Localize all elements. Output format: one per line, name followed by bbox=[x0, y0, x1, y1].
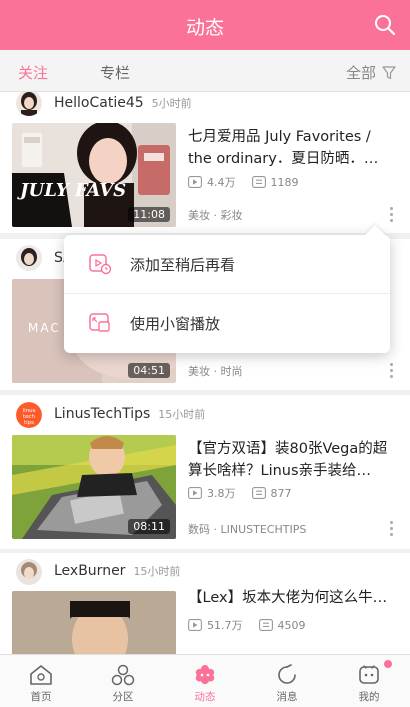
nav-dynamics[interactable]: 动态 bbox=[164, 655, 246, 707]
comment-count: 1189 bbox=[251, 176, 299, 189]
top-bar: 动态 bbox=[0, 0, 410, 50]
nav-home[interactable]: 首页 bbox=[0, 655, 82, 707]
filter-icon bbox=[382, 65, 396, 79]
profile-icon bbox=[359, 665, 379, 684]
avatar[interactable]: linus tech tips bbox=[16, 402, 42, 428]
post-time: 15小时前 bbox=[158, 408, 206, 421]
mini-window-label: 使用小窗播放 bbox=[130, 314, 221, 333]
uploader-name[interactable]: HelloCatie45 5小时前 bbox=[54, 95, 192, 111]
video-title[interactable]: 【官方双语】装80张Vega的超算长啥样？Linus亲手装给… bbox=[188, 438, 396, 482]
watch-later-option[interactable]: 添加至稍后再看 bbox=[64, 235, 390, 293]
feed-list: HelloCatie45 5小时前 JULY FAVS 11:08 七月爱用品 … bbox=[0, 92, 410, 654]
nav-me[interactable]: 我的 bbox=[328, 655, 410, 707]
bottom-nav: 首页 分区 动态 消息 我的 bbox=[0, 654, 410, 707]
play-count: 51.7万 bbox=[188, 617, 243, 633]
video-duration: 08:11 bbox=[128, 519, 170, 534]
filter-button[interactable]: 全部 bbox=[346, 62, 396, 83]
nav-categories[interactable]: 分区 bbox=[82, 655, 164, 707]
more-options-icon[interactable] bbox=[388, 207, 394, 225]
thumbnail-caption: JULY FAVS bbox=[20, 180, 127, 201]
feed-card[interactable]: HelloCatie45 5小时前 JULY FAVS 11:08 七月爱用品 … bbox=[0, 92, 410, 233]
filter-label: 全部 bbox=[345, 64, 376, 82]
play-count: 3.8万 bbox=[188, 485, 236, 501]
video-stats: 4.4万 1189 bbox=[188, 174, 315, 190]
feed-card[interactable]: linus tech tips LinusTechTips 15小时前 08:11 bbox=[0, 395, 410, 549]
video-thumbnail[interactable] bbox=[12, 591, 176, 654]
avatar[interactable] bbox=[16, 245, 42, 271]
uploader-name[interactable]: LexBurner 15小时前 bbox=[54, 563, 180, 579]
video-thumbnail[interactable]: JULY FAVS 11:08 bbox=[12, 123, 176, 227]
watch-later-label: 添加至稍后再看 bbox=[130, 255, 236, 274]
comment-icon bbox=[251, 176, 266, 188]
comment-count: 877 bbox=[251, 487, 292, 500]
mini-window-option[interactable]: 使用小窗播放 bbox=[64, 294, 390, 352]
video-thumbnail[interactable]: 08:11 bbox=[12, 435, 176, 539]
categories-icon bbox=[111, 664, 135, 686]
comment-icon bbox=[251, 487, 266, 499]
notification-badge bbox=[384, 660, 392, 668]
avatar-logo-text: linus tech tips bbox=[22, 408, 36, 426]
mini-window-icon bbox=[89, 313, 110, 332]
avatar[interactable] bbox=[16, 92, 42, 116]
more-options-icon[interactable] bbox=[388, 521, 394, 539]
tab-column[interactable]: 专栏 bbox=[100, 62, 130, 83]
video-tags[interactable]: 美妆 · 彩妆 bbox=[188, 207, 243, 223]
video-duration: 04:51 bbox=[128, 363, 170, 378]
avatar[interactable] bbox=[16, 559, 42, 585]
sub-tab-bar: 关注 专栏 全部 bbox=[0, 50, 410, 92]
nav-messages[interactable]: 消息 bbox=[246, 655, 328, 707]
video-duration: 11:08 bbox=[128, 207, 170, 222]
video-stats: 3.8万 877 bbox=[188, 485, 308, 501]
play-icon bbox=[188, 176, 202, 188]
app-screen: 动态 关注 专栏 全部 HelloCatie45 5小时前 JULY FAVS … bbox=[0, 0, 410, 707]
more-options-popup: 添加至稍后再看 使用小窗播放 bbox=[64, 225, 390, 353]
play-count: 4.4万 bbox=[188, 174, 236, 190]
post-time: 15小时前 bbox=[133, 565, 181, 578]
comment-icon bbox=[258, 619, 273, 631]
dynamics-icon bbox=[195, 665, 215, 684]
play-icon bbox=[188, 487, 202, 499]
play-icon bbox=[188, 619, 202, 631]
uploader-name[interactable]: LinusTechTips 15小时前 bbox=[54, 406, 205, 422]
comment-count: 4509 bbox=[258, 619, 306, 632]
video-title[interactable]: 【Lex】坂本大佬为何这么牛… bbox=[188, 587, 396, 609]
messages-icon bbox=[278, 664, 296, 684]
post-time: 5小时前 bbox=[151, 97, 192, 110]
search-icon[interactable] bbox=[374, 14, 396, 36]
more-options-icon[interactable] bbox=[388, 363, 394, 381]
tab-follow[interactable]: 关注 bbox=[18, 62, 48, 83]
thumbnail-caption: MAC bbox=[28, 321, 61, 335]
page-title: 动态 bbox=[185, 17, 224, 39]
video-tags[interactable]: 数码 · LINUSTECHTIPS bbox=[188, 521, 306, 537]
feed-card[interactable]: LexBurner 15小时前 【Lex】坂本大佬为何这么牛… 51.7万 45… bbox=[0, 553, 410, 654]
video-tags[interactable]: 美妆 · 时尚 bbox=[188, 363, 243, 379]
home-icon bbox=[30, 665, 52, 685]
video-title[interactable]: 七月爱用品 July Favorites / the ordinary．夏日防晒… bbox=[188, 126, 396, 170]
video-stats: 51.7万 4509 bbox=[188, 617, 322, 633]
watch-later-icon bbox=[89, 254, 112, 275]
